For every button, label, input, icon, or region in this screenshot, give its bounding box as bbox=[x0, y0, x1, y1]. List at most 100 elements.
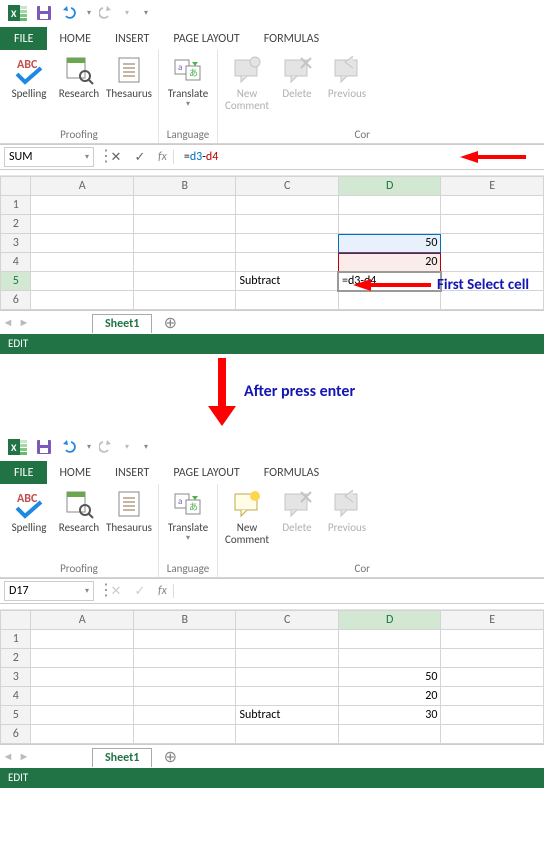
undo-dropdown-icon[interactable]: ▾ bbox=[84, 2, 94, 24]
excel-logo-icon: X bbox=[6, 436, 30, 458]
col-header-A[interactable]: A bbox=[31, 611, 134, 630]
select-all-corner[interactable] bbox=[1, 177, 31, 196]
row-header-5[interactable]: 5 bbox=[1, 272, 31, 291]
previous-label: Previous bbox=[328, 88, 366, 100]
previous-comment-button: Previous bbox=[322, 52, 372, 128]
col-header-B[interactable]: B bbox=[133, 611, 236, 630]
sheet-tab-1[interactable]: Sheet1 bbox=[92, 314, 152, 333]
row-header-2[interactable]: 2 bbox=[1, 215, 31, 234]
new-comment-button: New Comment bbox=[222, 52, 272, 128]
previous-comment-button: Previous bbox=[322, 486, 372, 562]
cell-D5[interactable]: 30 bbox=[338, 706, 441, 725]
name-box[interactable]: D17 ▾ bbox=[4, 581, 94, 601]
svg-text:X: X bbox=[11, 7, 17, 20]
svg-text:ABC: ABC bbox=[17, 58, 38, 72]
row-header-4[interactable]: 4 bbox=[1, 687, 31, 706]
arrow-select-cell-annotation: First Select cell bbox=[353, 276, 529, 294]
fx-icon[interactable]: fx bbox=[152, 584, 174, 598]
select-all-corner[interactable] bbox=[1, 611, 31, 630]
new-comment-label-2: Comment bbox=[225, 100, 269, 112]
tab-formulas[interactable]: FORMULAS bbox=[252, 26, 331, 50]
spelling-button[interactable]: ABC Spelling bbox=[4, 52, 54, 128]
tab-page-layout[interactable]: PAGE LAYOUT bbox=[161, 460, 251, 484]
col-header-D[interactable]: D bbox=[338, 611, 441, 630]
fx-icon[interactable]: fx bbox=[152, 150, 174, 164]
sheet-tab-1[interactable]: Sheet1 bbox=[92, 748, 152, 767]
tab-insert[interactable]: INSERT bbox=[103, 460, 161, 484]
add-sheet-icon[interactable]: ⊕ bbox=[158, 747, 182, 767]
status-bar: EDIT bbox=[0, 334, 544, 354]
new-comment-button[interactable]: New Comment bbox=[222, 486, 272, 562]
row-header-3[interactable]: 3 bbox=[1, 668, 31, 687]
cell-D3[interactable]: 50 bbox=[338, 234, 441, 253]
cell-C5[interactable]: Subtract bbox=[236, 272, 339, 291]
spelling-label: Spelling bbox=[12, 88, 47, 100]
name-box-dropdown-icon[interactable]: ▾ bbox=[85, 586, 89, 596]
sheet-nav-prev-icon[interactable]: ◄ bbox=[0, 316, 16, 329]
col-header-C[interactable]: C bbox=[236, 611, 339, 630]
tab-formulas[interactable]: FORMULAS bbox=[252, 460, 331, 484]
cancel-formula-icon[interactable]: ✕ bbox=[104, 150, 128, 165]
undo-icon[interactable] bbox=[58, 2, 82, 24]
row-header-4[interactable]: 4 bbox=[1, 253, 31, 272]
quick-access-toolbar-2: X ▾ ▾ ▾ bbox=[0, 434, 544, 460]
tab-home[interactable]: HOME bbox=[47, 460, 103, 484]
row-header-6[interactable]: 6 bbox=[1, 291, 31, 310]
row-header-1[interactable]: 1 bbox=[1, 196, 31, 215]
cell-D3[interactable]: 50 bbox=[338, 668, 441, 687]
cell-D4[interactable]: 20 bbox=[338, 687, 441, 706]
undo-dropdown-icon[interactable]: ▾ bbox=[84, 436, 94, 458]
undo-icon[interactable] bbox=[58, 436, 82, 458]
col-header-E[interactable]: E bbox=[441, 177, 544, 196]
cell-C5[interactable]: Subtract bbox=[236, 706, 339, 725]
add-sheet-icon[interactable]: ⊕ bbox=[158, 313, 182, 333]
col-header-E[interactable]: E bbox=[441, 611, 544, 630]
tab-file[interactable]: FILE bbox=[0, 460, 47, 484]
name-box-value: SUM bbox=[9, 150, 32, 164]
col-header-A[interactable]: A bbox=[31, 177, 134, 196]
col-header-B[interactable]: B bbox=[133, 177, 236, 196]
redo-dropdown-icon: ▾ bbox=[122, 436, 132, 458]
tab-file[interactable]: FILE bbox=[0, 26, 47, 50]
thesaurus-button[interactable]: Thesaurus bbox=[104, 486, 154, 562]
col-header-D[interactable]: D bbox=[338, 177, 441, 196]
worksheet-grid-2[interactable]: A B C D E 1 2 3 50 4 20 5 Subtract30 6 bbox=[0, 610, 544, 744]
tab-home[interactable]: HOME bbox=[47, 26, 103, 50]
svg-text:あ: あ bbox=[189, 502, 198, 513]
save-icon[interactable] bbox=[32, 2, 56, 24]
formula-bar: SUM ▾ ⋮ ✕ ✓ fx =d3-d4 bbox=[0, 144, 544, 170]
thesaurus-button[interactable]: Thesaurus bbox=[104, 52, 154, 128]
name-box-dropdown-icon[interactable]: ▾ bbox=[85, 152, 89, 162]
row-header-3[interactable]: 3 bbox=[1, 234, 31, 253]
svg-text:X: X bbox=[11, 441, 17, 454]
excel-logo-icon: X bbox=[6, 2, 30, 24]
translate-button[interactable]: aあ Translate ▾ bbox=[163, 486, 213, 562]
tab-insert[interactable]: INSERT bbox=[103, 26, 161, 50]
worksheet-grid[interactable]: A B C D E 1 2 350 420 5Subtract=d3-d4 6 … bbox=[0, 176, 544, 310]
sheet-nav-next-icon[interactable]: ► bbox=[16, 316, 32, 329]
spelling-button[interactable]: ABC Spelling bbox=[4, 486, 54, 562]
col-header-C[interactable]: C bbox=[236, 177, 339, 196]
ribbon-body: ABC Spelling Research Thesaurus Proofing… bbox=[0, 50, 544, 144]
row-header-2[interactable]: 2 bbox=[1, 649, 31, 668]
name-box[interactable]: SUM ▾ bbox=[4, 147, 94, 167]
research-button[interactable]: Research bbox=[54, 486, 104, 562]
translate-button[interactable]: aあ Translate ▾ bbox=[163, 52, 213, 128]
row-header-1[interactable]: 1 bbox=[1, 630, 31, 649]
svg-text:a: a bbox=[178, 496, 182, 507]
enter-formula-icon[interactable]: ✓ bbox=[128, 150, 152, 165]
status-bar-2: EDIT bbox=[0, 768, 544, 788]
save-icon[interactable] bbox=[32, 436, 56, 458]
sheet-nav-prev-icon[interactable]: ◄ bbox=[0, 750, 16, 763]
cell-D4[interactable]: 20 bbox=[338, 253, 441, 272]
ribbon-tabs-2: FILE HOME INSERT PAGE LAYOUT FORMULAS bbox=[0, 460, 544, 484]
row-header-6[interactable]: 6 bbox=[1, 725, 31, 744]
svg-text:ABC: ABC bbox=[17, 492, 38, 506]
tab-page-layout[interactable]: PAGE LAYOUT bbox=[161, 26, 251, 50]
row-header-5[interactable]: 5 bbox=[1, 706, 31, 725]
qat-customize-icon[interactable]: ▾ bbox=[134, 2, 158, 24]
qat-customize-icon[interactable]: ▾ bbox=[134, 436, 158, 458]
ribbon-tabs: FILE HOME INSERT PAGE LAYOUT FORMULAS bbox=[0, 26, 544, 50]
research-button[interactable]: Research bbox=[54, 52, 104, 128]
sheet-nav-next-icon[interactable]: ► bbox=[16, 750, 32, 763]
